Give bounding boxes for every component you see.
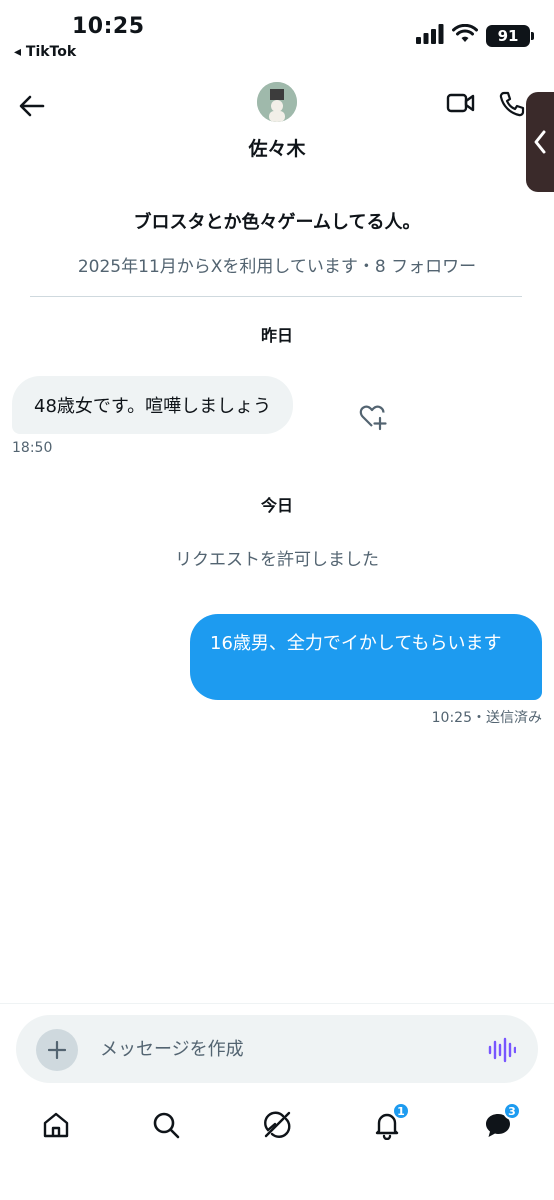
plus-icon [48, 1041, 66, 1059]
arrow-left-icon [19, 95, 45, 117]
tab-notifications[interactable]: 1 [370, 1102, 410, 1142]
battery-indicator: 91 [486, 25, 534, 47]
composer-divider [0, 1003, 554, 1004]
back-to-app-link[interactable]: ◂ TikTok [14, 44, 76, 60]
video-call-button[interactable] [446, 92, 476, 118]
message-input[interactable] [100, 1035, 460, 1063]
grok-icon [264, 1111, 291, 1138]
tab-search[interactable] [149, 1108, 183, 1142]
outgoing-message-text: 16歳男、全力でイかしてもらいます [210, 633, 502, 654]
heart-plus-icon [359, 405, 387, 431]
add-reaction-button[interactable] [358, 402, 388, 432]
video-camera-icon [446, 93, 475, 113]
incoming-message-bubble[interactable]: 48歳女です。喧嘩しましょう [12, 376, 294, 434]
contact-avatar[interactable] [257, 82, 297, 122]
incoming-message-text: 48歳女です。喧嘩しましょう [34, 396, 272, 417]
divider [30, 296, 522, 297]
audio-waveform-icon [488, 1037, 517, 1063]
system-icons: 91 [416, 23, 534, 48]
voice-call-button[interactable] [498, 90, 526, 122]
profile-meta: 2025年11月からXを利用しています・8 フォロワー [77, 257, 477, 277]
status-time: 10:25 [72, 14, 145, 39]
day-separator-yesterday: 昨日 [260, 326, 293, 345]
outgoing-message-bubble[interactable]: 16歳男、全力でイかしてもらいます [190, 614, 542, 700]
signal-icon [416, 24, 444, 48]
system-message: リクエストを許可しました [175, 550, 379, 570]
tab-home[interactable] [39, 1108, 73, 1142]
wifi-icon [452, 23, 478, 48]
tab-messages[interactable]: 3 [481, 1102, 521, 1142]
messages-badge: 3 [503, 1102, 521, 1120]
tab-grok[interactable] [260, 1108, 294, 1142]
contact-name[interactable]: 佐々木 [0, 134, 554, 161]
bottom-tab-bar: 1 3 [0, 1100, 554, 1160]
outgoing-message-status: 10:25・送信済み [431, 710, 542, 726]
incoming-message-time: 18:50 [12, 440, 53, 456]
phone-icon [499, 91, 525, 117]
voice-message-button[interactable] [488, 1037, 517, 1063]
back-button[interactable] [16, 90, 48, 122]
search-icon [153, 1112, 180, 1139]
battery-level: 91 [497, 27, 519, 45]
status-bar: 10:25 ◂ TikTok 91 [0, 0, 554, 70]
conversation-header: 佐々木 [0, 78, 554, 168]
chevron-left-icon [534, 130, 546, 154]
home-icon [43, 1112, 69, 1138]
add-media-button[interactable] [36, 1029, 78, 1071]
day-separator-today: 今日 [260, 496, 293, 515]
message-composer [16, 1015, 538, 1083]
side-panel-handle[interactable] [526, 92, 554, 192]
profile-bio: ブロスタとか色々ゲームしてる人。 [133, 212, 421, 233]
notifications-badge: 1 [392, 1102, 410, 1120]
